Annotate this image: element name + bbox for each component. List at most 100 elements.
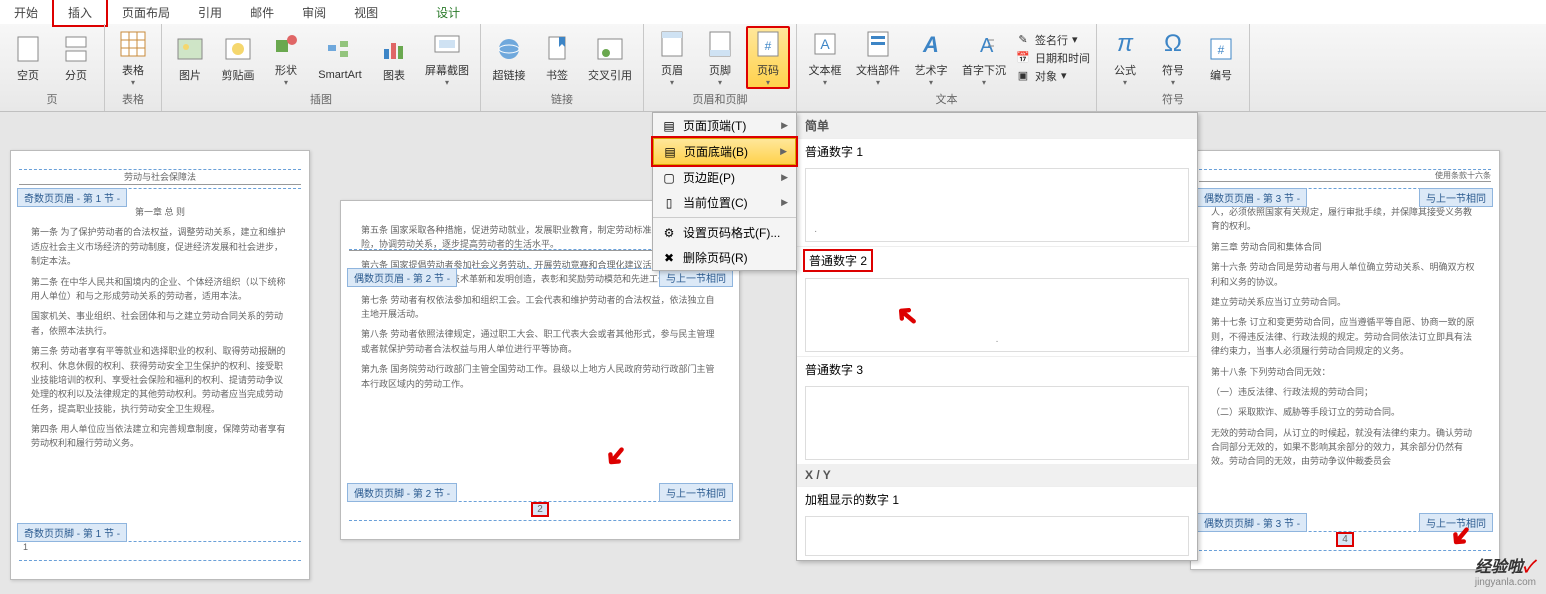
ribbon-tabs: 开始 插入 页面布局 引用 邮件 审阅 视图 设计 [0,0,1546,24]
separator [653,217,796,218]
footer-label-3: 偶数页页脚 - 第 3 节 - [1197,513,1307,532]
datetime-button[interactable]: 📅日期和时间 [1015,50,1090,66]
blank-page-button[interactable]: 空页 [6,33,50,83]
tab-ref[interactable]: 引用 [184,0,236,25]
footer-region-2[interactable]: 偶数页页脚 - 第 2 节 - 与上一节相同 2 [349,501,731,521]
chevron-down-icon: ▾ [670,78,674,87]
pagenum-submenu: 简单 普通数字 1 · 普通数字 2 · 普通数字 3 X / Y 加粗显示的数… [796,112,1198,561]
tab-view[interactable]: 视图 [340,0,392,25]
pagenum-2: 2 [531,502,549,517]
page-1[interactable]: 劳动与社会保障法 奇数页页眉 - 第 1 节 - 第一章 总 则 第一条 为了保… [10,150,310,580]
tab-layout[interactable]: 页面布局 [108,0,184,25]
preview-plain3[interactable] [805,386,1189,460]
docparts-button[interactable]: 文档部件▾ [851,28,905,87]
chevron-right-icon: ▶ [781,120,788,131]
table-button[interactable]: 表格▾ [111,28,155,87]
pagenum-dropdown: ▤页面顶端(T)▶ ▤页面底端(B)▶ ▢页边距(P)▶ ▯当前位置(C)▶ ⚙… [652,112,797,271]
header-region-1[interactable]: 劳动与社会保障法 奇数页页眉 - 第 1 节 - [19,169,301,189]
chevron-right-icon: ▶ [780,146,787,157]
group-symbol: π公式▾ Ω符号▾ #编号 符号 [1097,24,1250,111]
sub-head-simple: 简单 [797,113,1197,138]
page-top-icon: ▤ [661,118,677,134]
chevron-down-icon: ▾ [766,78,770,87]
crossref-button[interactable]: 交叉引用 [583,33,637,83]
page-3[interactable]: 使用条款十六条 偶数页页眉 - 第 3 节 - 与上一节相同 人，必须依照国家有… [1190,150,1500,570]
sub-plain1[interactable]: 普通数字 1 [797,138,1197,164]
group-label-illust: 插图 [168,89,474,109]
group-label-hf: 页眉和页脚 [650,89,790,109]
signature-button[interactable]: ✎签名行 ▾ [1015,32,1090,48]
chevron-down-icon: ▾ [1171,78,1175,87]
check-icon: ✓ [1523,559,1534,576]
group-tables: 表格▾ 表格 [105,24,162,111]
hyperlink-button[interactable]: 超链接 [487,33,531,83]
body-text-1: 第一章 总 则 第一条 为了保护劳动者的合法权益，调整劳动关系，建立和维护适应社… [31,205,289,451]
tab-design[interactable]: 设计 [422,0,474,25]
dd-format[interactable]: ⚙设置页码格式(F)... [653,220,796,245]
tab-start[interactable]: 开始 [0,0,52,25]
footer-region-1[interactable]: 奇数页页脚 - 第 1 节 - 1 [19,541,301,561]
dd-page-top[interactable]: ▤页面顶端(T)▶ [653,113,796,138]
screenshot-button[interactable]: 屏幕截图▾ [420,28,474,87]
chevron-right-icon: ▶ [781,172,788,183]
pagenum-button[interactable]: #页码▾ [746,26,790,89]
tab-insert[interactable]: 插入 [52,0,108,27]
sub-bold1[interactable]: 加粗显示的数字 1 [797,486,1197,512]
chart-button[interactable]: 图表 [372,33,416,83]
svg-text:#: # [765,39,772,53]
footer-label-2: 偶数页页脚 - 第 2 节 - [347,483,457,502]
number-button[interactable]: #编号 [1199,33,1243,83]
pagenum-3: 4 [1336,532,1354,547]
tab-mail[interactable]: 邮件 [236,0,288,25]
group-label-pages: 页 [6,89,98,109]
symbol-button[interactable]: Ω符号▾ [1151,28,1195,87]
preview-plain2[interactable]: · [805,278,1189,352]
tab-review[interactable]: 审阅 [288,0,340,25]
chevron-down-icon: ▾ [1123,78,1127,87]
signature-icon: ✎ [1015,32,1031,48]
svg-text:A: A [922,32,939,56]
wordart-button[interactable]: A艺术字▾ [909,28,953,87]
textbox-button[interactable]: A文本框▾ [803,28,847,87]
equation-button[interactable]: π公式▾ [1103,28,1147,87]
dropcap-button[interactable]: A首字下沉▾ [957,28,1011,87]
smartart-button[interactable]: SmartArt [312,35,368,81]
dd-current-pos[interactable]: ▯当前位置(C)▶ [653,190,796,215]
picture-button[interactable]: 图片 [168,33,212,83]
sub-plain2[interactable]: 普通数字 2 [797,246,1197,274]
header-label-1: 奇数页页眉 - 第 1 节 - [17,188,127,207]
sub-plain3[interactable]: 普通数字 3 [797,356,1197,382]
chevron-down-icon: ▾ [284,78,288,87]
footer-same-2: 与上一节相同 [659,483,733,502]
header-label-2: 偶数页页眉 - 第 2 节 - [347,268,457,287]
remove-icon: ✖ [661,250,677,266]
preview-plain1[interactable]: · [805,168,1189,242]
footer-button[interactable]: 页脚▾ [698,28,742,87]
shapes-button[interactable]: 形状▾ [264,28,308,87]
sub-head-xy: X / Y [797,464,1197,486]
bookmark-button[interactable]: 书签 [535,33,579,83]
dd-page-margin[interactable]: ▢页边距(P)▶ [653,165,796,190]
chevron-down-icon: ▾ [718,78,722,87]
body-text-3: 人，必须依照国家有关规定，履行审批手续，并保障其接受义务教育的权利。 第三章 劳… [1211,205,1479,469]
header-region-3[interactable]: 使用条款十六条 偶数页页眉 - 第 3 节 - 与上一节相同 [1199,169,1491,189]
dd-page-bottom[interactable]: ▤页面底端(B)▶ [653,138,796,165]
page-break-button[interactable]: 分页 [54,33,98,83]
object-icon: ▣ [1015,68,1031,84]
chevron-down-icon: ▾ [445,78,449,87]
header-same-3: 与上一节相同 [1419,188,1493,207]
group-pages: 空页 分页 页 [0,24,105,111]
svg-text:A: A [820,36,830,52]
object-button[interactable]: ▣对象 ▾ [1015,68,1090,84]
watermark: 经验啦✓ jingyanla.com [1475,553,1536,588]
ribbon: 空页 分页 页 表格▾ 表格 图片 剪贴画 形状▾ SmartArt 图表 屏幕… [0,24,1546,112]
chevron-down-icon: ▾ [131,78,135,87]
chevron-down-icon: ▾ [982,78,986,87]
dd-remove[interactable]: ✖删除页码(R) [653,245,796,270]
header-button[interactable]: 页眉▾ [650,28,694,87]
group-hf: 页眉▾ 页脚▾ #页码▾ 页眉和页脚 [644,24,797,111]
preview-bold1[interactable] [805,516,1189,556]
clipart-button[interactable]: 剪贴画 [216,33,260,83]
calendar-icon: 📅 [1015,50,1031,66]
footer-label-1: 奇数页页脚 - 第 1 节 - [17,523,127,542]
